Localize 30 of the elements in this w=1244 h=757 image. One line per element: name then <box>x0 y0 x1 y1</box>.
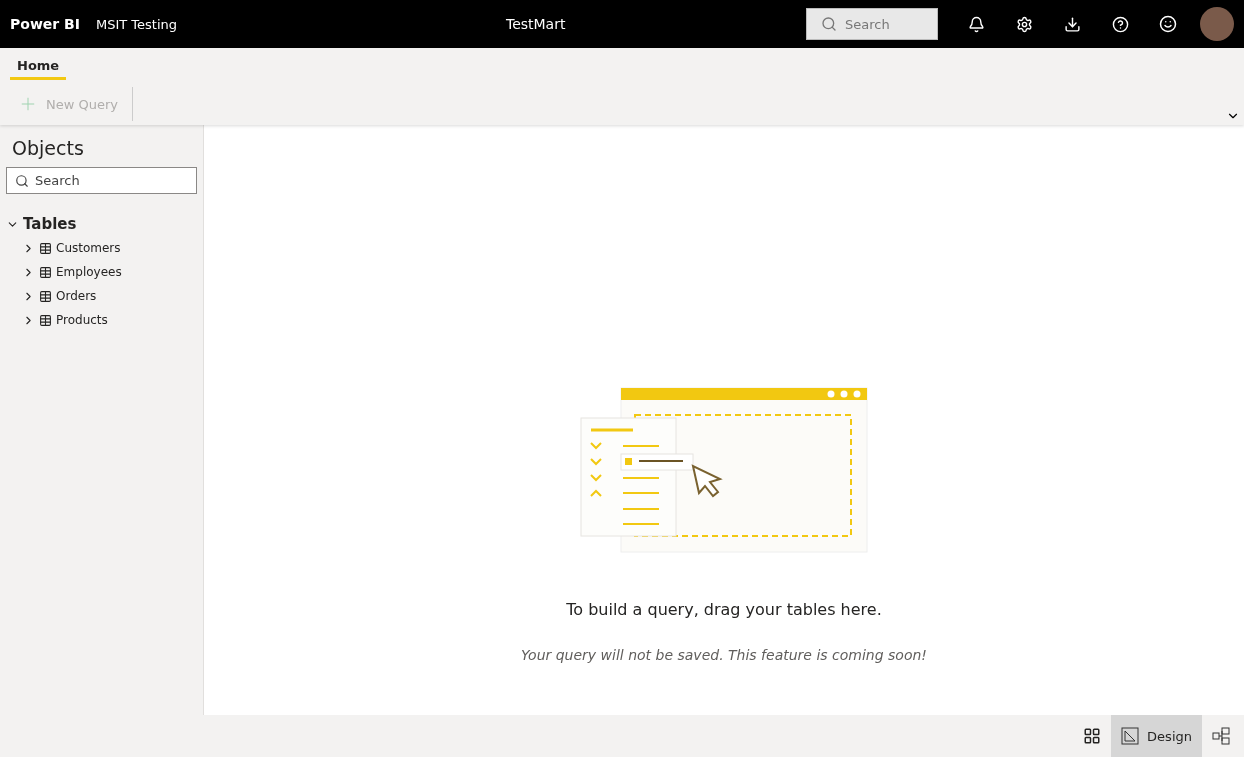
tree-item[interactable]: Orders <box>22 284 97 308</box>
table-icon <box>39 313 52 327</box>
brand-name[interactable]: Power BI <box>10 16 80 32</box>
smiley-icon <box>1159 15 1177 33</box>
download-icon <box>1063 15 1081 33</box>
bell-icon <box>967 15 985 33</box>
model-diagram-icon <box>1212 727 1230 745</box>
report-title: TestMart <box>504 16 567 32</box>
avatar[interactable] <box>1200 7 1234 41</box>
panel-title: Objects <box>12 137 85 159</box>
canvas-heading: To build a query, drag your tables here. <box>566 600 882 619</box>
table-icon <box>39 265 52 279</box>
search-icon <box>821 16 837 32</box>
tree-item[interactable]: Products <box>22 308 108 332</box>
search-field[interactable]: Search <box>6 167 197 194</box>
tree-item[interactable]: Employees <box>22 260 122 284</box>
ribbon-tab[interactable]: Home <box>10 52 67 80</box>
search-field[interactable]: Search <box>806 8 938 40</box>
tree-item[interactable]: Customers <box>22 236 121 260</box>
set-square-icon <box>1121 727 1140 745</box>
settings-icon <box>1015 15 1033 33</box>
help-icon <box>1111 15 1129 33</box>
tree-group[interactable]: Tables <box>6 212 77 236</box>
workspace-name[interactable]: MSIT Testing <box>95 16 366 32</box>
table-icon <box>39 289 52 303</box>
table-icon <box>39 241 52 255</box>
canvas-note: Your query will not be saved. This feature is coming soon! <box>521 647 927 663</box>
search-icon <box>15 173 29 188</box>
table-icon <box>1083 727 1102 745</box>
design-view-button[interactable]: Design <box>1111 715 1202 757</box>
